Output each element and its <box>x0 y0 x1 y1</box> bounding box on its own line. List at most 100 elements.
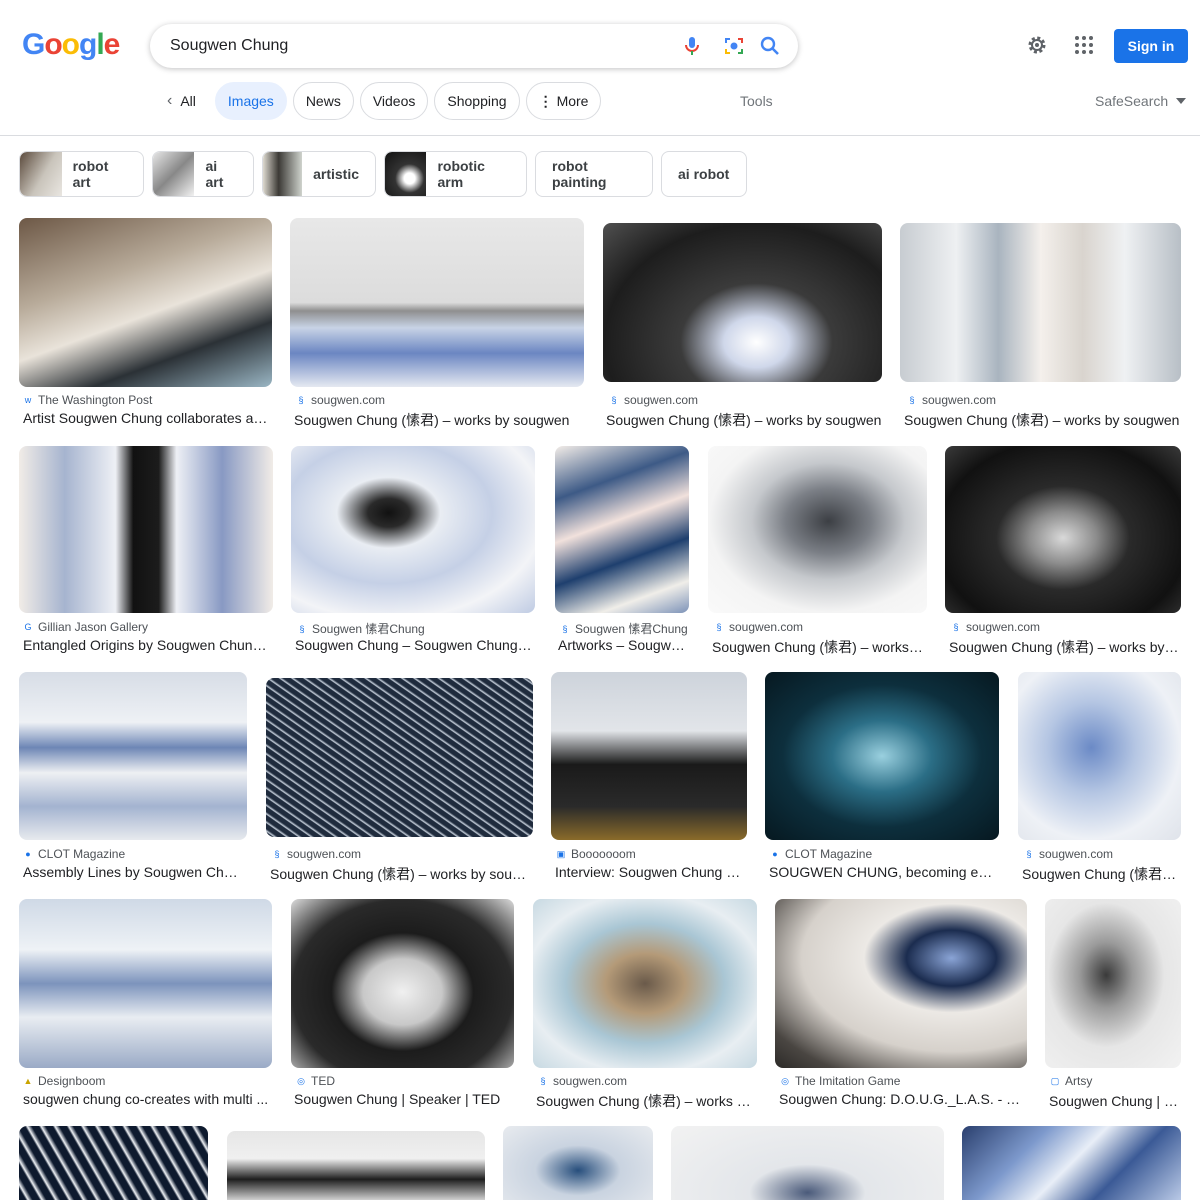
source-name: sougwen.com <box>311 393 386 407</box>
chip-ai-art[interactable]: ai art <box>152 151 254 197</box>
result-source: § sougwen.com <box>951 620 1179 634</box>
vertical-dots-icon: ⋮ <box>538 92 553 109</box>
result-image[interactable] <box>671 1126 944 1200</box>
search-icon[interactable] <box>758 34 782 58</box>
source-favicon-icon: G <box>24 622 32 632</box>
result-source: § sougwen.com <box>609 393 879 407</box>
result-title[interactable]: Sougwen Chung – Sougwen Chung ... <box>295 637 533 653</box>
source-name: CLOT Magazine <box>785 847 873 861</box>
tools-button[interactable]: Tools <box>740 93 773 109</box>
safesearch-button[interactable]: SafeSearch <box>1095 93 1187 109</box>
source-favicon-icon: ● <box>772 849 778 859</box>
result-image[interactable] <box>291 899 514 1068</box>
result-title[interactable]: Artist Sougwen Chung collaborates an... <box>23 410 269 426</box>
result-title[interactable]: Interview: Sougwen Chung – ... <box>555 864 745 880</box>
result-image[interactable] <box>290 218 584 387</box>
result-source: ● CLOT Magazine <box>770 847 998 861</box>
result-title[interactable]: Sougwen Chung (愫君) – works by... <box>536 1091 754 1111</box>
source-name: The Imitation Game <box>795 1074 901 1088</box>
result-image[interactable] <box>708 446 927 613</box>
search-box <box>150 24 798 68</box>
result-image[interactable] <box>503 1126 653 1200</box>
result-image[interactable] <box>266 678 533 837</box>
source-favicon-icon: § <box>953 622 959 632</box>
result-image[interactable] <box>19 218 272 387</box>
source-favicon-icon: § <box>909 395 915 405</box>
result-title[interactable]: SOUGWEN CHUNG, becoming entan... <box>769 864 997 880</box>
tab-all[interactable]: ‹ All <box>154 82 209 120</box>
source-favicon-icon: § <box>299 623 305 634</box>
result-source: § sougwen.com <box>1024 847 1180 861</box>
result-image[interactable] <box>945 446 1181 613</box>
source-favicon-icon: ◎ <box>297 1076 305 1086</box>
result-title[interactable]: Sougwen Chung | Speaker | TED <box>294 1091 512 1107</box>
result-image[interactable] <box>555 446 689 613</box>
chip-robot-art[interactable]: robot art <box>19 151 144 197</box>
chip-robotic-arm[interactable]: robotic arm <box>384 151 527 197</box>
result-title[interactable]: Entangled Origins by Sougwen Chung ... <box>23 637 269 653</box>
tab-news[interactable]: News <box>292 82 354 120</box>
result-title[interactable]: Artworks – Sougwe... <box>558 637 688 653</box>
result-image[interactable] <box>962 1126 1181 1200</box>
result-source: ▲ Designboom <box>23 1074 269 1088</box>
result-image[interactable] <box>603 223 882 382</box>
google-logo[interactable]: Google <box>22 28 121 62</box>
result-title[interactable]: Sougwen Chung (愫君) – works by sougwen <box>294 410 582 430</box>
logo-letter: o <box>61 28 80 61</box>
result-image[interactable] <box>227 1131 485 1200</box>
sign-in-button[interactable]: Sign in <box>1114 29 1188 63</box>
gear-icon[interactable] <box>1025 33 1049 57</box>
result-title[interactable]: Sougwen Chung (愫君) – works by sougwen <box>904 410 1180 430</box>
mic-icon[interactable] <box>680 34 704 58</box>
result-image[interactable] <box>1045 899 1181 1068</box>
source-name: sougwen.com <box>966 620 1041 634</box>
result-image[interactable] <box>1018 672 1181 840</box>
result-image[interactable] <box>551 672 747 840</box>
apps-grid-icon[interactable] <box>1072 33 1096 57</box>
logo-letter: o <box>44 28 62 61</box>
result-image[interactable] <box>765 672 999 840</box>
result-title[interactable]: Sougwen Chung (愫君) – works by sougwen <box>606 410 882 430</box>
source-name: Sougwen 愫君Chung <box>575 622 688 636</box>
chip-artistic[interactable]: artistic <box>262 151 376 197</box>
result-source: § sougwen.com <box>538 1074 756 1088</box>
chip-ai-robot[interactable]: ai robot <box>661 151 747 197</box>
tab-images[interactable]: Images <box>214 82 287 120</box>
source-name: The Washington Post <box>38 393 153 407</box>
source-favicon-icon: ◎ <box>781 1076 789 1086</box>
tab-label: All <box>180 93 196 109</box>
header: Google Sign in <box>0 0 1200 136</box>
result-source: ▢ Artsy <box>1050 1074 1180 1088</box>
result-image[interactable] <box>19 899 272 1068</box>
chip-robot-painting[interactable]: robot painting <box>535 151 653 197</box>
result-image[interactable] <box>291 446 535 613</box>
camera-lens-icon[interactable] <box>722 34 746 58</box>
source-favicon-icon: w <box>24 395 32 405</box>
result-image[interactable] <box>19 672 247 840</box>
source-favicon-icon: ▲ <box>23 1076 33 1086</box>
result-source: § sougwen.com <box>714 620 924 634</box>
result-source: § Sougwen 愫君Chung <box>297 620 533 637</box>
result-title[interactable]: Sougwen Chung (愫君) ... <box>1022 864 1180 884</box>
tab-more[interactable]: ⋮ More <box>525 82 602 120</box>
result-title[interactable]: Sougwen Chung (愫君) – works by s... <box>949 637 1179 657</box>
result-title[interactable]: Sougwen Chung: D.O.U.G._L.A.S. - The ... <box>779 1091 1023 1107</box>
logo-letter: e <box>103 28 121 61</box>
result-title[interactable]: Sougwen Chung (愫君) – works b... <box>712 637 924 657</box>
result-image[interactable] <box>775 899 1027 1068</box>
tab-videos[interactable]: Videos <box>359 82 429 120</box>
logo-letter: l <box>96 28 104 61</box>
result-image[interactable] <box>19 1126 208 1200</box>
tab-shopping[interactable]: Shopping <box>434 82 520 120</box>
source-name: sougwen.com <box>729 620 804 634</box>
result-title[interactable]: Sougwen Chung (愫君) – works by sougw... <box>270 864 532 884</box>
search-input[interactable] <box>170 24 650 68</box>
result-title[interactable]: Assembly Lines by Sougwen Chung... <box>23 864 245 880</box>
result-title[interactable]: Sougwen Chung | 肩... <box>1049 1091 1180 1111</box>
result-title[interactable]: sougwen chung co-creates with multi ... <box>23 1091 269 1107</box>
source-name: TED <box>311 1074 335 1088</box>
result-image[interactable] <box>19 446 273 613</box>
result-image[interactable] <box>533 899 757 1068</box>
result-image[interactable] <box>900 223 1181 382</box>
source-favicon-icon: § <box>540 1076 546 1086</box>
